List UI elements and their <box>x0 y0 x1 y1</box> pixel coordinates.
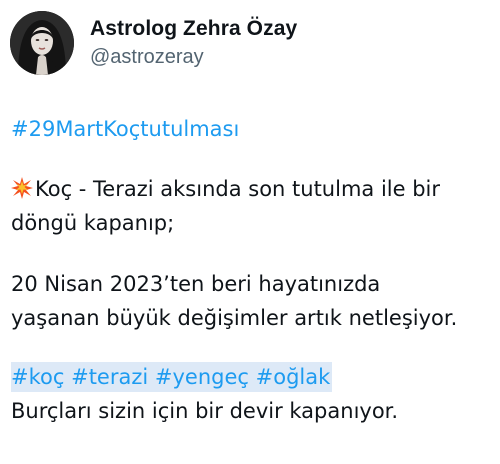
paragraph-1-line-2: döngü kapanıp; <box>11 211 175 235</box>
tweet-body: #29MartKoçtutulması Koç - Terazi aksında… <box>11 112 493 428</box>
avatar-portrait-icon <box>10 11 74 75</box>
hashtag-link[interactable]: #terazi <box>71 365 148 389</box>
avatar[interactable] <box>10 11 74 75</box>
author-display-name[interactable]: Astrolog Zehra Özay <box>90 16 297 42</box>
hashtag-list: #koç #terazi #yengeç #oğlak Burçları siz… <box>11 360 493 428</box>
hashtag-link[interactable]: #29MartKoçtutulması <box>11 117 239 141</box>
hashtag-link[interactable]: #yengeç <box>155 365 249 389</box>
paragraph-1-line-1: Koç - Terazi aksında son tutulma ile bir <box>35 177 441 201</box>
closing-line: Burçları sizin için bir devir kapanıyor. <box>11 399 399 423</box>
hashtag-link[interactable]: #oğlak <box>256 365 331 389</box>
hashtag-link[interactable]: #koç <box>11 365 64 389</box>
paragraph-2-line-2: yaşanan büyük değişimler artık netleşiyo… <box>11 306 458 330</box>
paragraph-2-line-1: 20 Nisan 2023’ten beri hayatınızda <box>11 272 381 296</box>
author-handle[interactable]: @astrozeray <box>90 44 297 70</box>
collision-icon <box>11 175 33 199</box>
tweet-header: Astrolog Zehra Özay @astrozeray <box>10 11 297 75</box>
paragraph-2: 20 Nisan 2023’ten beri hayatınızda yaşan… <box>11 267 493 335</box>
title-hashtag-line: #29MartKoçtutulması <box>11 112 493 146</box>
paragraph-1: Koç - Terazi aksında son tutulma ile bir… <box>11 172 493 240</box>
hashtag-highlight: #koç #terazi #yengeç #oğlak <box>11 362 333 392</box>
